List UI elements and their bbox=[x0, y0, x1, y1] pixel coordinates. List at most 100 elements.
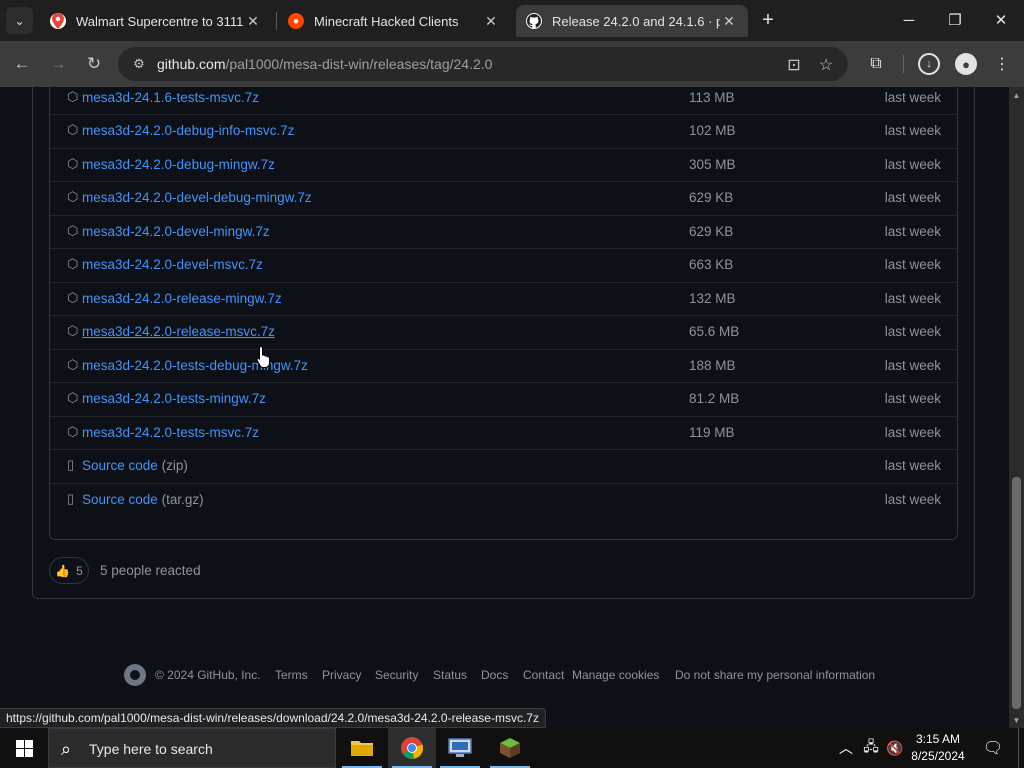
tab-search-button[interactable]: ⌄ bbox=[6, 7, 33, 34]
hand-cursor-icon bbox=[256, 345, 270, 368]
close-window-button[interactable]: ✕ bbox=[978, 0, 1024, 40]
asset-download-link[interactable]: mesa3d-24.2.0-tests-debug-mingw.7z bbox=[82, 358, 308, 373]
asset-download-link[interactable]: mesa3d-24.2.0-release-mingw.7z bbox=[82, 291, 282, 306]
reaction-count: 5 bbox=[76, 563, 83, 578]
asset-size: 132 MB bbox=[689, 290, 736, 306]
package-icon: ⬡ bbox=[67, 356, 79, 372]
bookmark-star-icon[interactable]: ☆ bbox=[816, 55, 836, 75]
reaction-button[interactable]: 👍 5 bbox=[49, 557, 89, 584]
page-scrollbar[interactable]: ▲ ▼ bbox=[1009, 87, 1024, 728]
network-icon[interactable]: 🖧 bbox=[860, 728, 882, 768]
asset-download-link[interactable]: mesa3d-24.2.0-tests-msvc.7z bbox=[82, 425, 259, 440]
install-app-icon[interactable]: ⊡ bbox=[784, 55, 804, 75]
footer-link-do-not-share[interactable]: Do not share my personal information bbox=[675, 668, 875, 682]
notifications-icon[interactable]: 🗨 bbox=[980, 728, 1006, 768]
clock-date: 8/25/2024 bbox=[911, 749, 965, 763]
asset-date: last week bbox=[884, 491, 941, 507]
url-text[interactable]: github.com/pal1000/mesa-dist-win/release… bbox=[157, 56, 492, 72]
asset-row: ▯ Source code (zip) last week bbox=[50, 449, 957, 483]
asset-download-link[interactable]: Source code (tar.gz) bbox=[82, 492, 204, 507]
footer-link-security[interactable]: Security bbox=[375, 668, 418, 682]
search-placeholder: Type here to search bbox=[89, 741, 213, 757]
chrome-icon[interactable] bbox=[388, 728, 436, 768]
google-maps-icon bbox=[50, 13, 66, 29]
restore-button[interactable]: ❐ bbox=[932, 0, 978, 40]
menu-kebab-icon[interactable]: ⋮ bbox=[990, 52, 1014, 76]
windows-start-button[interactable] bbox=[0, 728, 48, 768]
github-logo-icon[interactable] bbox=[124, 664, 146, 686]
package-icon: ⬡ bbox=[67, 189, 79, 204]
asset-row: ⬡ mesa3d-24.2.0-tests-mingw.7z 81.2 MB last… bbox=[50, 382, 957, 416]
extensions-icon[interactable]: ⧉ bbox=[864, 52, 888, 76]
asset-row: ⬡ mesa3d-24.2.0-tests-msvc.7z 119 MB last w… bbox=[50, 415, 957, 450]
file-zip-icon: ▯ bbox=[67, 490, 75, 506]
asset-row: ▯ Source code (tar.gz) last week bbox=[50, 482, 957, 517]
file-explorer-icon[interactable] bbox=[338, 728, 386, 768]
footer-link-status[interactable]: Status bbox=[433, 668, 467, 682]
asset-download-link[interactable]: mesa3d-24.2.0-debug-mingw.7z bbox=[82, 157, 275, 172]
asset-date: last week bbox=[884, 357, 941, 373]
remote-desktop-icon[interactable] bbox=[436, 728, 484, 768]
volume-muted-icon[interactable]: 🔇 bbox=[884, 728, 906, 768]
asset-download-link[interactable]: mesa3d-24.2.0-devel-debug-mingw.7z bbox=[82, 190, 312, 205]
show-hidden-icons-chevron-icon[interactable]: ︿ bbox=[836, 728, 856, 768]
footer-link-manage-cookies[interactable]: Manage cookies bbox=[572, 668, 659, 682]
file-zip-icon: ▯ bbox=[67, 457, 75, 472]
reddit-icon: ● bbox=[288, 13, 304, 29]
asset-size: 102 MB bbox=[689, 123, 736, 138]
asset-row: ⬡ mesa3d-24.2.0-debug-info-msvc.7z 102 MB l… bbox=[50, 114, 957, 148]
tab-minecraft[interactable]: ● Minecraft Hacked Clients ✕ bbox=[278, 5, 510, 37]
scroll-down-arrow-icon[interactable]: ▼ bbox=[1009, 712, 1024, 728]
asset-row: ⬡ mesa3d-24.1.6-tests-msvc.7z 113 MB last w… bbox=[50, 87, 957, 115]
asset-row: ⬡ mesa3d-24.2.0-debug-mingw.7z 305 MB last … bbox=[50, 147, 957, 182]
reaction-summary: 5 people reacted bbox=[100, 563, 201, 578]
package-icon: ⬡ bbox=[67, 289, 79, 305]
clock-time: 3:15 AM bbox=[915, 732, 961, 746]
thumbs-up-icon: 👍 bbox=[55, 563, 71, 578]
tab-walmart[interactable]: Walmart Supercentre to 3111 C ✕ bbox=[40, 5, 272, 37]
new-tab-button[interactable]: + bbox=[756, 8, 780, 32]
tab-release[interactable]: Release 24.2.0 and 24.1.6 · pal1( ✕ bbox=[516, 5, 748, 37]
forward-button[interactable]: → bbox=[44, 50, 72, 78]
downloads-icon[interactable]: ↓ bbox=[918, 53, 940, 75]
asset-row: ⬡ mesa3d-24.2.0-release-mingw.7z 132 MB las… bbox=[50, 281, 957, 316]
address-bar[interactable]: ⚙ github.com/pal1000/mesa-dist-win/relea… bbox=[118, 47, 848, 81]
minimize-button[interactable]: ─ bbox=[886, 0, 932, 40]
close-tab-icon[interactable]: ✕ bbox=[244, 13, 262, 30]
asset-date: last week bbox=[884, 424, 941, 440]
minecraft-icon[interactable] bbox=[486, 728, 534, 768]
close-tab-icon[interactable]: ✕ bbox=[482, 13, 500, 30]
taskbar-search-box[interactable]: ⌕ Type here to search bbox=[48, 728, 336, 768]
asset-size: 305 MB bbox=[689, 156, 736, 172]
close-tab-icon[interactable]: ✕ bbox=[720, 13, 738, 30]
asset-download-link[interactable]: mesa3d-24.2.0-debug-info-msvc.7z bbox=[82, 123, 294, 138]
asset-download-link[interactable]: mesa3d-24.2.0-release-msvc.7z bbox=[82, 324, 275, 339]
scroll-up-arrow-icon[interactable]: ▲ bbox=[1009, 87, 1024, 103]
profile-avatar-icon[interactable]: ● bbox=[955, 53, 977, 75]
footer-link-privacy[interactable]: Privacy bbox=[322, 668, 361, 682]
footer: © 2024 GitHub, Inc. Terms Privacy Securi… bbox=[0, 664, 1009, 688]
assets-list: ⬡mesa3d-24.1.6-release-msvc.7z61.1 MBlas… bbox=[49, 87, 958, 540]
link-status-bubble: https://github.com/pal1000/mesa-dist-win… bbox=[0, 708, 546, 728]
asset-download-link[interactable]: mesa3d-24.2.0-devel-mingw.7z bbox=[82, 224, 270, 239]
package-icon: ⬡ bbox=[67, 222, 79, 238]
footer-link-terms[interactable]: Terms bbox=[275, 668, 308, 682]
taskbar-clock[interactable]: 3:15 AM 8/25/2024 bbox=[904, 731, 972, 765]
asset-download-link[interactable]: mesa3d-24.1.6-tests-msvc.7z bbox=[82, 90, 259, 105]
page-content: ⬡mesa3d-24.1.6-release-msvc.7z61.1 MBlas… bbox=[0, 87, 1009, 728]
back-button[interactable]: ← bbox=[8, 50, 36, 78]
package-icon: ⬡ bbox=[67, 323, 79, 338]
show-desktop-button[interactable] bbox=[1018, 728, 1024, 768]
asset-row: ⬡ mesa3d-24.2.0-tests-debug-mingw.7z 188 M… bbox=[50, 348, 957, 383]
asset-download-link[interactable]: Source code (zip) bbox=[82, 458, 188, 473]
scrollbar-thumb[interactable] bbox=[1012, 477, 1021, 709]
footer-link-docs[interactable]: Docs bbox=[481, 668, 508, 682]
asset-download-link[interactable]: mesa3d-24.2.0-tests-mingw.7z bbox=[82, 391, 266, 406]
asset-date: last week bbox=[884, 89, 941, 105]
footer-link-contact[interactable]: Contact bbox=[523, 668, 564, 682]
asset-download-link[interactable]: mesa3d-24.2.0-devel-msvc.7z bbox=[82, 257, 263, 272]
asset-date: last week bbox=[884, 324, 941, 339]
site-info-icon[interactable]: ⚙ bbox=[130, 55, 148, 73]
reload-button[interactable]: ↻ bbox=[80, 50, 108, 78]
asset-size: 119 MB bbox=[689, 424, 735, 440]
